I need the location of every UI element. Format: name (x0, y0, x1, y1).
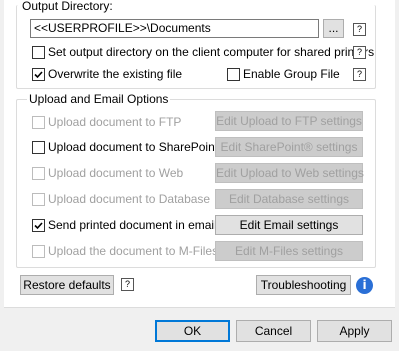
browse-button[interactable]: ... (323, 19, 344, 38)
edit-mfiles-settings-button[interactable]: Edit M-Files settings (215, 241, 363, 261)
restore-defaults-help-icon[interactable]: ? (121, 278, 134, 291)
mfiles-label[interactable]: Upload the document to M-Files (48, 244, 218, 258)
checkmark-icon (34, 71, 43, 79)
database-checkbox[interactable] (32, 193, 45, 206)
set-client-dir-checkbox[interactable] (32, 46, 45, 59)
mfiles-checkbox[interactable] (32, 245, 45, 258)
overwrite-label[interactable]: Overwrite the existing file (48, 67, 182, 81)
overwrite-checkbox[interactable] (32, 68, 45, 81)
sharepoint-label[interactable]: Upload document to SharePoint® (48, 140, 227, 154)
output-directory-title: Output Directory: (20, 0, 115, 13)
window-frame-right (395, 0, 399, 351)
web-checkbox[interactable] (32, 167, 45, 180)
troubleshooting-button[interactable]: Troubleshooting (256, 275, 351, 295)
edit-ftp-settings-button[interactable]: Edit Upload to FTP settings (215, 111, 363, 131)
edit-web-settings-button[interactable]: Edit Upload to Web settings (215, 163, 364, 183)
database-label[interactable]: Upload document to Database (48, 192, 210, 206)
set-client-dir-help-icon[interactable]: ? (353, 46, 366, 59)
restore-defaults-button[interactable]: Restore defaults (20, 275, 114, 295)
group-file-checkbox[interactable] (227, 68, 240, 81)
apply-button[interactable]: Apply (317, 320, 392, 342)
set-client-dir-label[interactable]: Set output directory on the client compu… (48, 45, 374, 59)
edit-sharepoint-settings-button[interactable]: Edit SharePoint® settings (215, 137, 363, 157)
email-checkbox[interactable] (32, 219, 45, 232)
group-file-label[interactable]: Enable Group File (243, 67, 340, 81)
ok-button[interactable]: OK (155, 320, 230, 342)
output-path-help-icon[interactable]: ? (353, 23, 366, 36)
edit-email-settings-button[interactable]: Edit Email settings (215, 215, 363, 235)
web-label[interactable]: Upload document to Web (48, 166, 183, 180)
email-label[interactable]: Send printed document in email (48, 218, 217, 232)
info-icon[interactable]: i (356, 277, 373, 294)
upload-email-title: Upload and Email Options (27, 92, 171, 106)
ftp-checkbox[interactable] (32, 116, 45, 129)
ftp-label[interactable]: Upload document to FTP (48, 115, 181, 129)
cancel-button[interactable]: Cancel (236, 320, 311, 342)
output-path-field[interactable]: <<USERPROFILE>>\Documents (30, 19, 319, 38)
sharepoint-checkbox[interactable] (32, 141, 45, 154)
edit-database-settings-button[interactable]: Edit Database settings (215, 189, 363, 209)
group-file-help-icon[interactable]: ? (353, 68, 366, 81)
checkmark-icon (34, 222, 43, 230)
window-frame-left (0, 0, 4, 351)
